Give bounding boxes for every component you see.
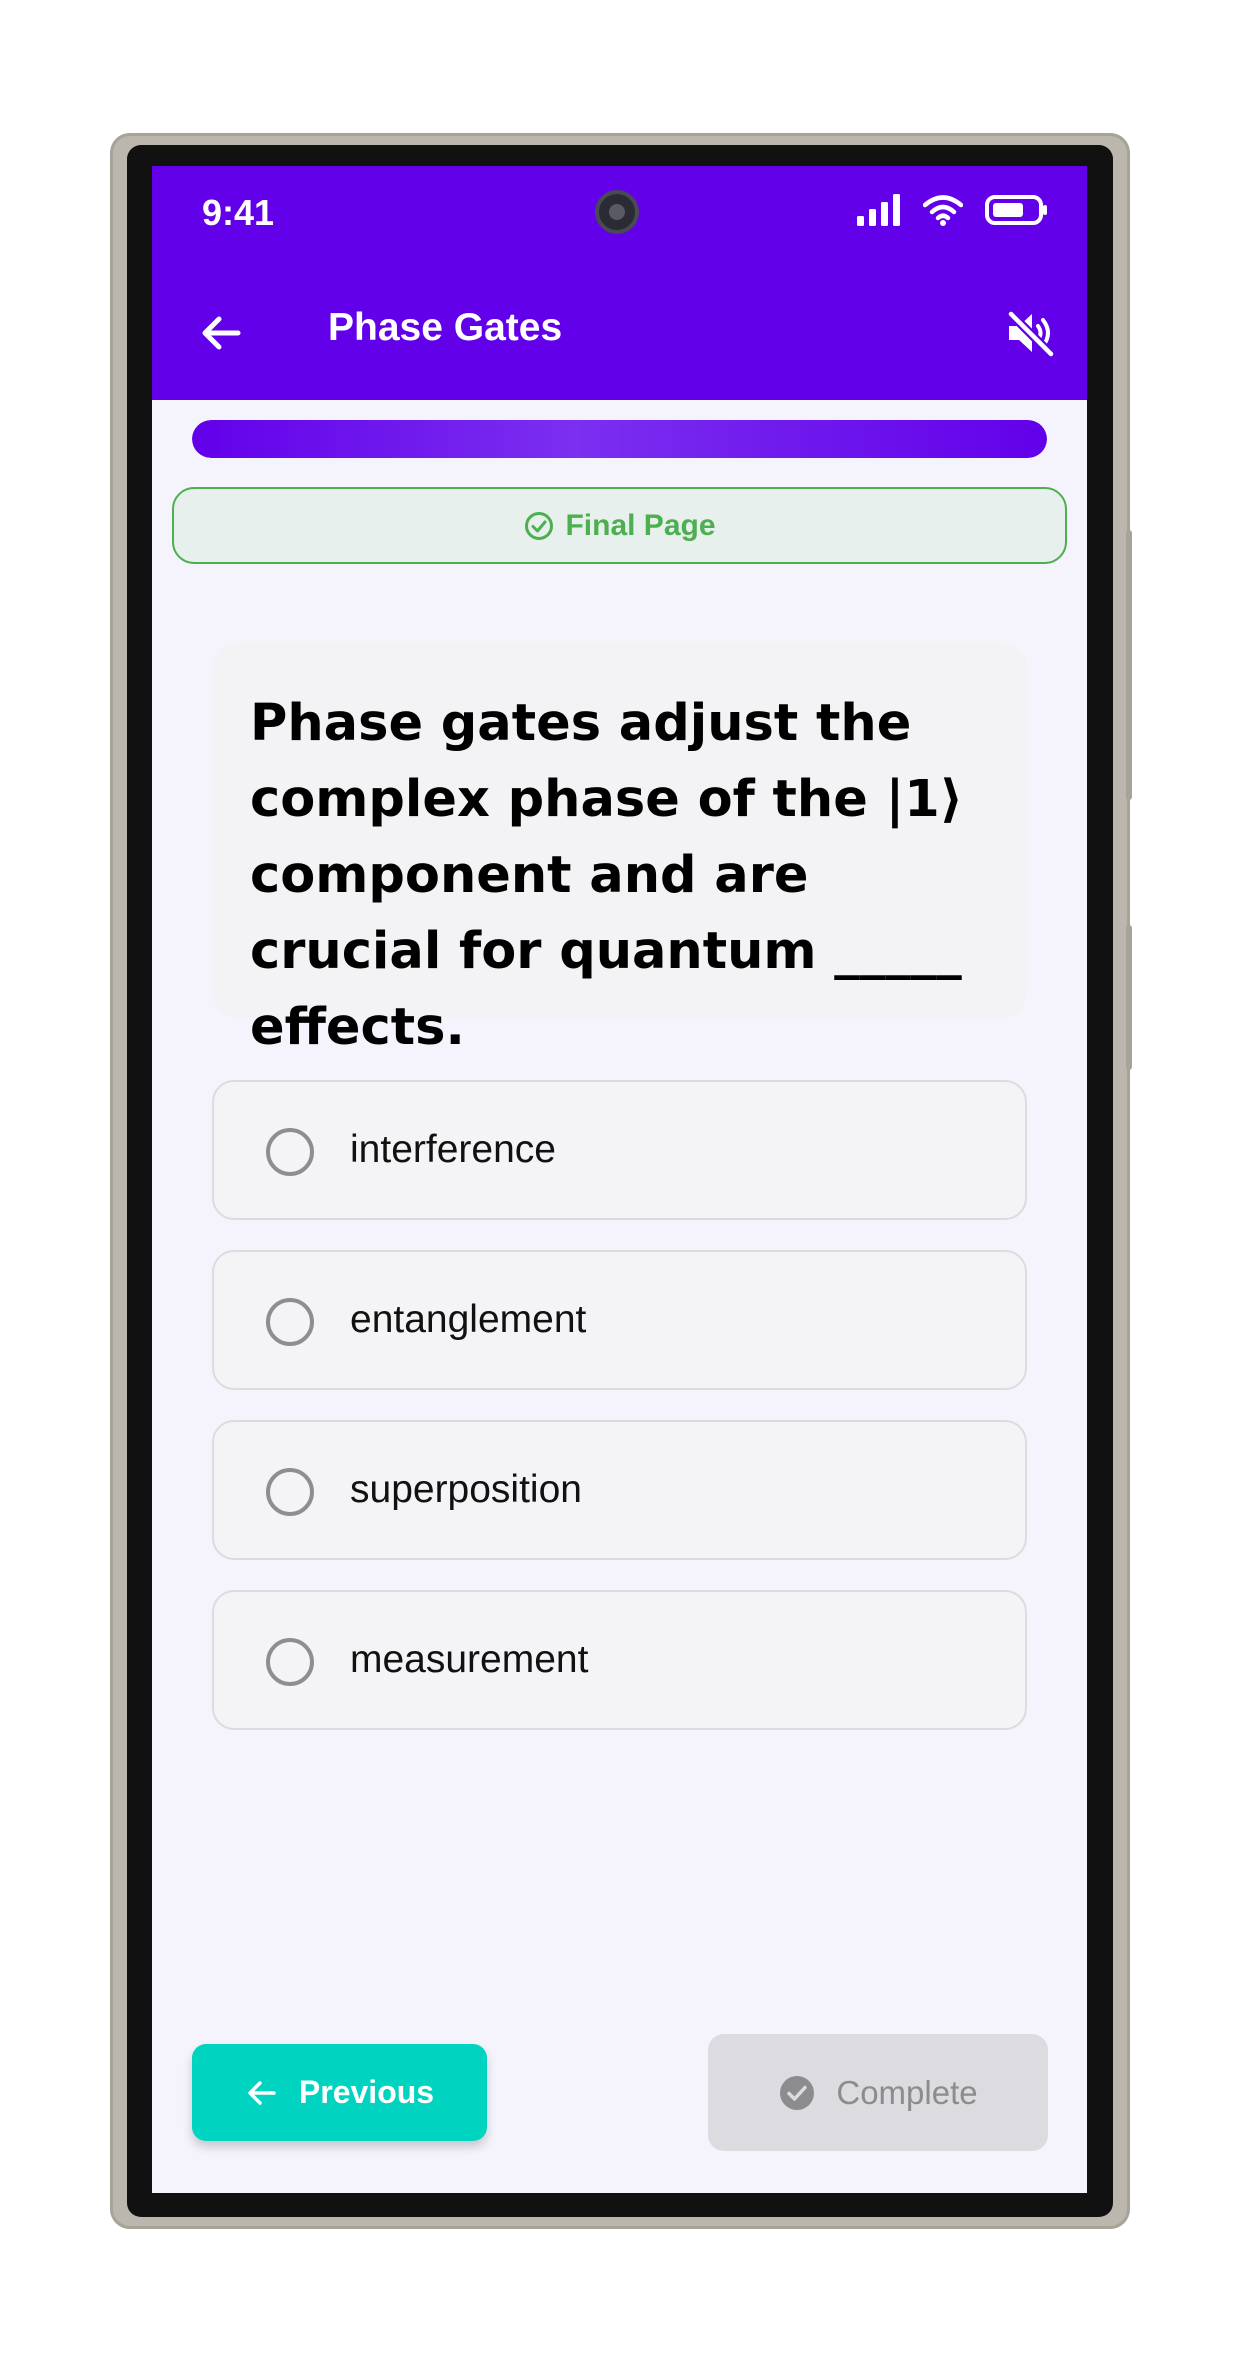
- progress-fill: [192, 420, 1047, 458]
- app-screen: 9:41 Phase Gates Final Page Phase gates …: [152, 166, 1087, 2193]
- front-camera: [595, 190, 639, 234]
- status-time: 9:41: [202, 192, 275, 233]
- previous-button[interactable]: Previous: [192, 2044, 487, 2141]
- question-text: Phase gates adjust the complex phase of …: [250, 694, 964, 1057]
- check-circle-filled-icon: [780, 2075, 815, 2110]
- phone-side-button: [1126, 925, 1132, 1070]
- check-circle-icon: [525, 511, 554, 540]
- answer-option[interactable]: measurement: [212, 1590, 1027, 1730]
- final-page-badge: Final Page: [172, 487, 1067, 564]
- arrow-left-icon: [248, 2080, 276, 2105]
- page-title: Phase Gates: [328, 306, 563, 349]
- complete-button[interactable]: Complete: [708, 2034, 1048, 2151]
- answer-option[interactable]: superposition: [212, 1420, 1027, 1560]
- signal-icon: [857, 194, 900, 226]
- title-bar: Phase Gates: [152, 286, 1087, 376]
- radio-button[interactable]: [266, 1638, 314, 1686]
- arrow-left-icon[interactable]: [196, 308, 246, 358]
- answer-option-label: superposition: [350, 1468, 582, 1511]
- final-page-label: Final Page: [565, 508, 716, 542]
- answer-option[interactable]: entanglement: [212, 1250, 1027, 1390]
- app-header: 9:41 Phase Gates: [152, 166, 1087, 400]
- answer-option-label: entanglement: [350, 1298, 587, 1341]
- battery-icon: [985, 195, 1047, 225]
- phone-side-button: [1126, 530, 1132, 800]
- complete-button-label: Complete: [836, 2073, 978, 2111]
- answer-option[interactable]: interference: [212, 1080, 1027, 1220]
- question-card: Phase gates adjust the complex phase of …: [212, 642, 1027, 1057]
- status-icons: [857, 194, 1049, 226]
- radio-button[interactable]: [266, 1468, 314, 1516]
- answer-option-label: interference: [350, 1128, 556, 1171]
- progress-bar: [192, 420, 1047, 458]
- answer-option-label: measurement: [350, 1638, 589, 1681]
- wifi-icon: [923, 195, 963, 226]
- radio-button[interactable]: [266, 1128, 314, 1176]
- previous-button-label: Previous: [298, 2074, 435, 2110]
- radio-button[interactable]: [266, 1298, 314, 1346]
- volume-mute-icon[interactable]: [1003, 306, 1057, 360]
